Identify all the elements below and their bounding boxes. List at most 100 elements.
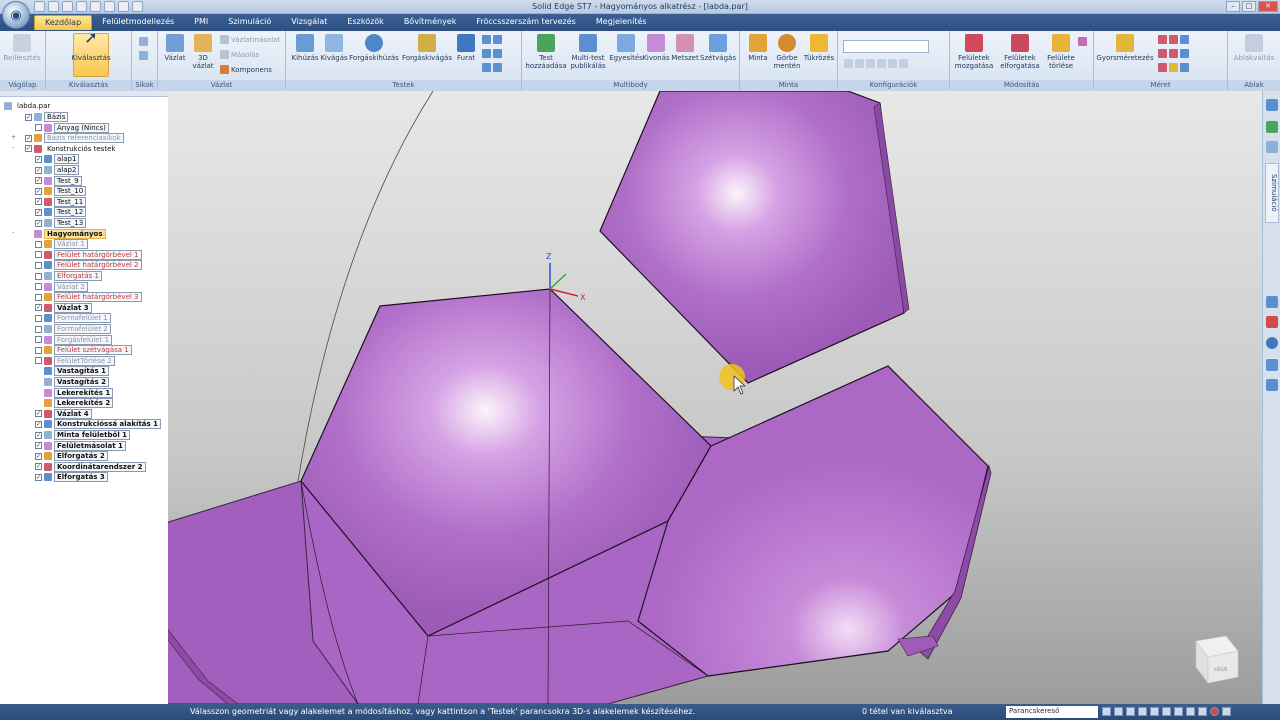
add-body-button[interactable]: Test hozzáadása: [525, 34, 567, 70]
tree-item[interactable]: Felület határgörbével 3: [10, 292, 142, 303]
thread-button[interactable]: [482, 35, 502, 44]
tree-item[interactable]: Lekerekítés 1: [10, 387, 114, 398]
display-icon[interactable]: [1198, 707, 1207, 716]
select-button[interactable]: ➚ Kiválasztás: [71, 30, 111, 77]
union-button[interactable]: Egyesítés: [609, 34, 643, 62]
intersect-button[interactable]: Metszet: [670, 34, 700, 62]
copy-button[interactable]: Másolás: [220, 50, 259, 59]
revolve-cut-button[interactable]: Forgáskivágás: [400, 34, 454, 62]
tree-checkbox[interactable]: ✓: [25, 145, 32, 153]
configuration-tools[interactable]: [844, 59, 908, 68]
tab-7[interactable]: Fröccsszerszám tervezés: [466, 15, 585, 30]
print-icon[interactable]: [104, 1, 115, 12]
tree-item[interactable]: Forgásfelület 1: [10, 334, 113, 345]
switch-window-button[interactable]: Ablakváltás: [1234, 34, 1274, 62]
tree-item[interactable]: Felület szétvágása 1: [10, 345, 132, 356]
tree-checkbox[interactable]: [35, 325, 42, 333]
tree-checkbox[interactable]: ✓: [35, 410, 42, 418]
tree-item[interactable]: ✓ Test_11: [10, 196, 87, 207]
help-icon[interactable]: [1266, 337, 1278, 349]
dimension-tools-row2[interactable]: [1158, 49, 1189, 58]
options-icon[interactable]: [118, 1, 129, 12]
tree-checkbox[interactable]: ✓: [35, 198, 42, 206]
tree-item[interactable]: - Hagyományos: [10, 228, 106, 239]
tree-item[interactable]: ✓ alap1: [10, 154, 80, 165]
minimize-button[interactable]: –: [1226, 1, 1240, 12]
tree-checkbox[interactable]: ✓: [35, 431, 42, 439]
tree-item[interactable]: ✓ Vázlat 3: [10, 302, 92, 313]
pattern-button[interactable]: Minta: [744, 34, 772, 62]
tree-checkbox[interactable]: ✓: [35, 304, 42, 312]
view-cube[interactable]: sRGB: [1195, 635, 1239, 684]
component-button[interactable]: Komponens: [220, 65, 272, 74]
zoom-area-icon[interactable]: [1114, 707, 1123, 716]
tree-splitter[interactable]: [0, 91, 168, 97]
library-icon[interactable]: [1266, 121, 1278, 133]
dimension-tools-row1[interactable]: [1158, 35, 1189, 44]
tree-item[interactable]: Formafelület 1: [10, 313, 111, 324]
paste-button[interactable]: Beillesztés: [3, 34, 41, 62]
tree-item[interactable]: Formafelület 2: [10, 324, 111, 334]
split-button[interactable]: Szétvágás: [700, 34, 736, 62]
tree-item[interactable]: Vastagítás 2: [10, 377, 109, 387]
tree-checkbox[interactable]: [35, 124, 42, 132]
tree-item[interactable]: Vázlat 1: [10, 239, 88, 250]
undo-icon[interactable]: [48, 1, 59, 12]
tree-item[interactable]: ✓ Elforgatás 3: [10, 472, 108, 483]
extrude-button[interactable]: Kihúzás: [290, 34, 320, 62]
smart-dimension-button[interactable]: Gyorsméretezés: [1096, 34, 1154, 62]
tree-checkbox[interactable]: ✓: [35, 442, 42, 450]
tree-item[interactable]: Felület határgörbével 1: [10, 249, 142, 260]
3d-viewport[interactable]: Z X sRGB: [168, 91, 1262, 704]
tab-8[interactable]: Megjelenítés: [586, 15, 657, 30]
tree-checkbox[interactable]: ✓: [25, 113, 32, 121]
delete-faces-button[interactable]: Felülete törlése: [1044, 34, 1078, 70]
sketch-3d-button[interactable]: 3D vázlat: [190, 34, 216, 70]
tree-item[interactable]: - ✓ Konstrukciós testek: [10, 144, 118, 154]
feature-library-icon[interactable]: [1266, 296, 1278, 308]
tree-checkbox[interactable]: ✓: [35, 208, 42, 216]
thin-wall-button[interactable]: [482, 63, 502, 72]
tree-item[interactable]: ✓ Test_12: [10, 207, 87, 218]
configuration-combo[interactable]: [843, 40, 929, 53]
tree-checkbox[interactable]: ✓: [35, 155, 42, 163]
fullscreen-icon[interactable]: [1222, 707, 1231, 716]
tree-checkbox[interactable]: [35, 336, 42, 344]
tree-item[interactable]: Elforgatás 1: [10, 271, 102, 281]
tree-checkbox[interactable]: ✓: [35, 187, 42, 195]
tree-checkbox[interactable]: [35, 283, 42, 291]
maximize-button[interactable]: □: [1242, 1, 1256, 12]
application-button[interactable]: ◉: [2, 1, 30, 29]
modify-extra-button[interactable]: [1078, 37, 1087, 46]
tree-item[interactable]: ✓ Koordinátarendszer 2: [10, 461, 146, 472]
tree-item[interactable]: + ✓ Bázis referenciasíkok: [10, 133, 124, 144]
style-icon[interactable]: [1186, 707, 1195, 716]
tree-item[interactable]: ✓ Test_9: [10, 175, 82, 186]
dimension-tools-row3[interactable]: [1158, 63, 1189, 72]
tree-item[interactable]: ✓ Bázis: [10, 112, 69, 122]
revolve-button[interactable]: Forgáskihúzás: [348, 34, 400, 62]
tree-twisty[interactable]: -: [10, 145, 17, 152]
tree-item[interactable]: ✓ Konstrukcióssá alakítás 1: [10, 419, 161, 430]
tree-checkbox[interactable]: [35, 293, 42, 301]
customize-icon[interactable]: [132, 1, 143, 12]
properties-icon[interactable]: [1266, 141, 1278, 153]
zoom-icon[interactable]: [1102, 707, 1111, 716]
pattern-along-curve-button[interactable]: Görbe mentén: [772, 34, 802, 70]
tree-checkbox[interactable]: ✓: [35, 177, 42, 185]
tree-item[interactable]: FelületTörlése 2: [10, 355, 115, 366]
plane-offset-button[interactable]: [139, 51, 148, 60]
tree-checkbox[interactable]: [35, 261, 42, 269]
cutout-button[interactable]: Kivágás: [320, 34, 348, 62]
hole-button[interactable]: Furat: [454, 34, 478, 62]
tree-item[interactable]: ✓ Minta felületből 1: [10, 430, 131, 440]
sketch-copy-button[interactable]: Vázlatmásolat: [220, 35, 280, 44]
move-faces-button[interactable]: Felületek mozgatása: [952, 34, 996, 70]
tree-item[interactable]: ✓ Elforgatás 2: [10, 451, 108, 462]
sketch-button[interactable]: Vázlat: [162, 34, 188, 62]
rib-button[interactable]: [482, 49, 502, 58]
shade-icon[interactable]: [1174, 707, 1183, 716]
save-icon[interactable]: [34, 1, 45, 12]
command-finder-input[interactable]: Parancskereső: [1006, 706, 1098, 718]
tab-2[interactable]: PMI: [184, 15, 218, 30]
